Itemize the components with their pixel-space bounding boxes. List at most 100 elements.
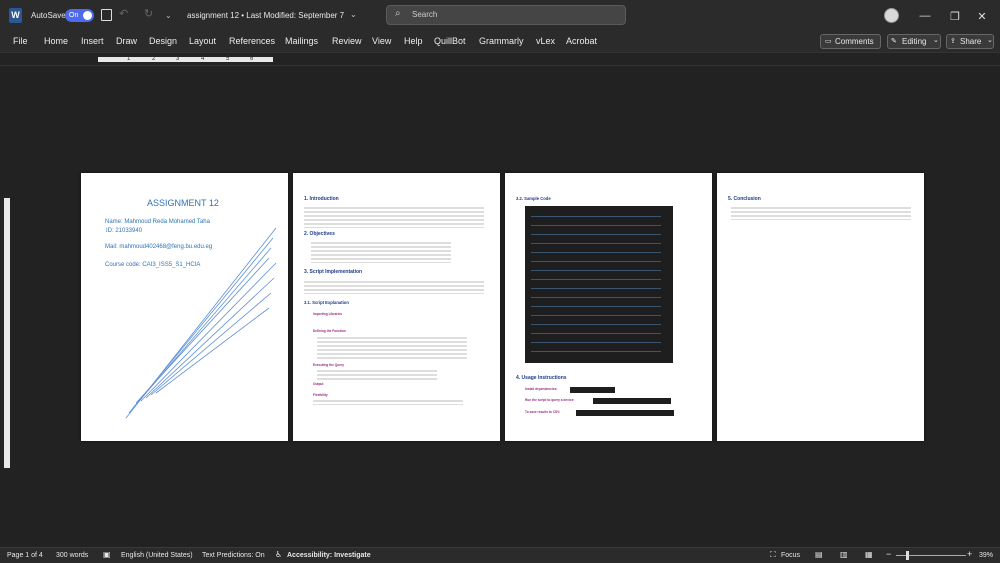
text-block <box>313 399 463 405</box>
chevron-down-icon: ⌄ <box>933 37 939 44</box>
title-chevron-icon[interactable]: ⌄ <box>350 10 357 20</box>
text-block <box>304 206 484 228</box>
ruler-tick: 4 <box>201 56 205 62</box>
tab-review[interactable]: Review <box>332 36 362 46</box>
editing-button[interactable]: ✎ Editing ⌄ <box>887 34 941 49</box>
text-block <box>317 336 467 360</box>
zoom-slider[interactable] <box>896 551 966 560</box>
text-predictions[interactable]: Text Predictions: On <box>202 551 265 561</box>
autosave-state: On <box>69 12 79 19</box>
autosave-toggle[interactable]: On <box>65 9 94 22</box>
page-title: ASSIGNMENT 12 <box>147 198 219 208</box>
comments-button[interactable]: ▭ Comments <box>820 34 881 49</box>
tab-references[interactable]: References <box>229 36 275 46</box>
code-block <box>525 206 673 363</box>
print-layout-icon[interactable]: ▥ <box>840 550 848 560</box>
autosave-label: AutoSave <box>31 11 66 20</box>
tab-layout[interactable]: Layout <box>189 36 216 46</box>
zoom-in-icon[interactable]: + <box>967 549 972 559</box>
share-icon: ⇪ <box>950 38 956 45</box>
ruler-tick: 6 <box>250 56 254 62</box>
tab-view[interactable]: View <box>372 36 391 46</box>
list-item: Flexibility <box>313 393 328 397</box>
heading-objectives: 2. Objectives <box>304 231 335 237</box>
heading-usage-instructions: 4. Usage Instructions <box>516 375 567 381</box>
ruler-tick: 1 <box>127 56 131 62</box>
chevron-down-icon: ⌄ <box>987 37 993 44</box>
accessibility-icon[interactable]: ♿ <box>275 550 282 560</box>
list-item: Executing the Query <box>313 363 344 367</box>
command-block <box>593 398 671 404</box>
search-placeholder: Search <box>412 10 438 19</box>
close-icon[interactable]: ✕ <box>962 0 1000 32</box>
editing-icon: ✎ <box>891 38 897 45</box>
editing-label: Editing <box>902 37 927 46</box>
heading-script-implementation: 3. Script Implementation <box>304 269 363 275</box>
avatar[interactable] <box>884 8 899 23</box>
word-logo-icon: W <box>9 8 22 23</box>
command-block <box>576 410 674 416</box>
web-layout-icon[interactable]: ▦ <box>865 550 873 560</box>
usage-step: To save results to CSV: <box>525 410 561 414</box>
code-lines <box>531 212 661 357</box>
horizontal-ruler[interactable]: 1 2 3 4 5 6 <box>0 52 1000 66</box>
text-block <box>304 280 484 294</box>
undo-icon[interactable]: ↶ <box>119 9 128 20</box>
heading-conclusion: 5. Conclusion <box>728 196 761 202</box>
ribbon-tabs: File Home Insert Draw Design Layout Refe… <box>0 32 1000 52</box>
share-button[interactable]: ⇪ Share ⌄ <box>946 34 994 49</box>
accessibility-status[interactable]: Accessibility: Investigate <box>287 551 371 561</box>
share-label: Share <box>960 37 982 46</box>
tab-insert[interactable]: Insert <box>81 36 104 46</box>
cover-line-art <box>125 227 277 419</box>
tab-draw[interactable]: Draw <box>116 36 137 46</box>
page-1[interactable]: ASSIGNMENT 12 Name: Mahmoud Reda Mohamed… <box>81 173 288 441</box>
page-2[interactable]: 1. Introduction 2. Objectives 3. Script … <box>293 173 500 441</box>
ruler-track <box>98 57 273 62</box>
page-3[interactable]: 3.2. Sample Code 4. Usage Instructions I… <box>505 173 712 441</box>
title-bar: W AutoSave On ↶ ↻ ⌄ assignment 12 • Last… <box>0 0 1000 32</box>
heading-sample-code: 3.2. Sample Code <box>516 196 551 201</box>
focus-button[interactable]: Focus <box>781 551 800 561</box>
zoom-thumb[interactable] <box>906 551 909 560</box>
tab-mailings[interactable]: Mailings <box>285 36 318 46</box>
toggle-knob <box>83 11 92 20</box>
focus-icon[interactable]: ⛶ <box>770 550 776 560</box>
proofing-icon[interactable]: ▣ <box>103 550 111 560</box>
list-item: Defining the Function <box>313 329 346 333</box>
zoom-out-icon[interactable]: − <box>886 549 891 559</box>
zoom-level[interactable]: 39% <box>979 551 993 561</box>
tab-design[interactable]: Design <box>149 36 177 46</box>
page-4[interactable]: 5. Conclusion <box>717 173 924 441</box>
read-mode-icon[interactable]: ▤ <box>815 550 823 560</box>
tab-vlex[interactable]: vLex <box>536 36 555 46</box>
page-count[interactable]: Page 1 of 4 <box>7 551 43 561</box>
tab-quillbot[interactable]: QuillBot <box>434 36 466 46</box>
redo-icon[interactable]: ↻ <box>144 9 153 20</box>
tab-file[interactable]: File <box>13 36 28 46</box>
save-icon[interactable] <box>101 9 112 21</box>
search-icon: ⌕ <box>395 8 401 19</box>
tab-acrobat[interactable]: Acrobat <box>566 36 597 46</box>
tab-home[interactable]: Home <box>44 36 68 46</box>
word-window: W AutoSave On ↶ ↻ ⌄ assignment 12 • Last… <box>0 0 1000 563</box>
search-box[interactable]: ⌕ Search <box>386 5 626 25</box>
comments-icon: ▭ <box>825 38 832 45</box>
command-block <box>570 387 615 393</box>
text-block <box>317 369 437 381</box>
usage-step: Install dependencies: <box>525 387 558 391</box>
customize-toolbar-icon[interactable]: ⌄ <box>165 11 172 21</box>
heading-introduction: 1. Introduction <box>304 196 339 202</box>
tab-help[interactable]: Help <box>404 36 423 46</box>
word-count[interactable]: 300 words <box>56 551 88 561</box>
comments-label: Comments <box>835 37 874 46</box>
usage-step: Run the script to query a device: <box>525 398 575 402</box>
tab-grammarly[interactable]: Grammarly <box>479 36 524 46</box>
ruler-tick: 2 <box>152 56 156 62</box>
status-bar: Page 1 of 4 300 words ▣ English (United … <box>0 547 1000 563</box>
heading-script-explanation: 3.1. Script Explanation <box>304 300 349 305</box>
document-title[interactable]: assignment 12 • Last Modified: September… <box>187 11 344 21</box>
text-block <box>731 206 911 220</box>
language[interactable]: English (United States) <box>121 551 193 561</box>
vertical-ruler[interactable] <box>4 198 10 468</box>
